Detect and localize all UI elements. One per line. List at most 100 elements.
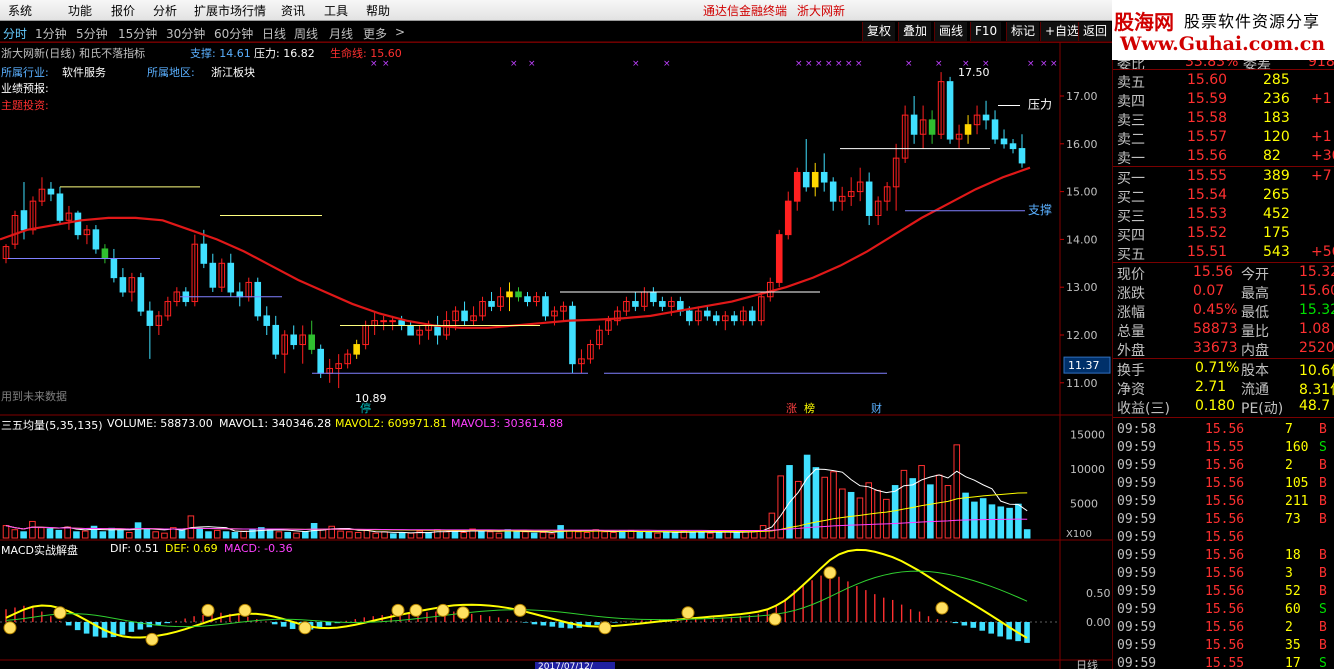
volume-bar (354, 531, 362, 539)
trade-tick-row: 09:59 15.56 60 S (1113, 602, 1334, 620)
trade-tick-row: 09:59 15.55 160 S (1113, 440, 1334, 458)
volume-bar (275, 531, 283, 539)
candle-body (829, 181, 837, 202)
macd-bar (65, 622, 72, 626)
candle-body (146, 310, 154, 326)
stat-value: 25200 (1299, 340, 1334, 356)
tick-side: B (1319, 638, 1327, 653)
fundamental-label: 股本 (1241, 363, 1269, 379)
candle-body (137, 277, 145, 312)
volume-bar (222, 531, 230, 539)
volume-bar (372, 532, 380, 539)
quote-fundamental-row: 净资 2.71 流通 8.31亿 (1113, 378, 1334, 398)
macd-bar (325, 622, 332, 626)
candle-body (650, 291, 657, 303)
bid-row[interactable]: 买四 15.52 175 (1113, 224, 1334, 244)
bid-change: +7 (1311, 168, 1332, 184)
ask-row[interactable]: 卖一 15.56 82 +30 (1113, 147, 1334, 167)
fundamental-label: 流通 (1241, 382, 1269, 398)
signal-marker: × (663, 59, 671, 69)
volume-bar (618, 530, 626, 539)
ask-price: 15.56 (1187, 148, 1228, 164)
tick-side: B (1319, 584, 1327, 599)
dea-line (5, 570, 1028, 628)
macd-bar (164, 622, 171, 624)
candle-body (991, 119, 999, 140)
candle-body (982, 114, 990, 121)
volume-bar (125, 531, 133, 539)
candle-body (272, 324, 280, 355)
event-badge: 财 (871, 401, 882, 415)
candle-body (101, 248, 109, 260)
trade-tick-row: 09:59 15.56 52 B (1113, 584, 1334, 602)
macd-bars (0, 548, 1060, 646)
candle-body (802, 171, 810, 188)
volume-bar (539, 531, 547, 539)
theme-label: 主题投资: (1, 99, 49, 112)
volume-bar (390, 533, 397, 539)
candle-body (928, 119, 936, 135)
bid-level-label: 买四 (1117, 228, 1145, 244)
tick-price: 15.56 (1205, 530, 1245, 545)
volume-bar (654, 532, 661, 539)
ask-row[interactable]: 卖五 15.60 285 (1113, 71, 1334, 91)
smiley-icon (3, 621, 17, 635)
bid-row[interactable]: 买一 15.55 389 +7 (1113, 167, 1334, 187)
volume-bar (381, 531, 388, 539)
candle-body (308, 334, 315, 350)
volume-bar (478, 529, 485, 539)
stat-value: 58873 (1193, 321, 1238, 337)
volume-bar (117, 529, 124, 539)
trade-tick-row: 09:59 15.56 2 B (1113, 458, 1334, 476)
trade-tick-row: 09:59 15.56 73 B (1113, 512, 1334, 530)
fundamental-value: 8.31亿 (1299, 382, 1334, 398)
ask-level-label: 卖二 (1117, 132, 1145, 148)
candle-body (713, 315, 720, 322)
candle-body (407, 324, 414, 336)
signal-marker: × (632, 59, 640, 69)
region-value: 浙江板块 (211, 66, 255, 79)
tick-side: B (1319, 494, 1327, 509)
volume-tick-label: 10000 (1070, 463, 1105, 476)
price-tick-label: 17.00 (1066, 90, 1098, 103)
volume-bar (583, 531, 591, 539)
bid-change: +56 (1311, 244, 1334, 260)
volume-bar (513, 530, 520, 539)
tick-volume: 17 (1285, 656, 1301, 669)
macd-bar (74, 622, 81, 631)
volume-bar (425, 531, 432, 539)
quote-stat-row: 总量 58873 量比 1.08 (1113, 320, 1334, 340)
candlestick-series (2, 72, 1026, 389)
tick-price: 15.56 (1205, 494, 1245, 509)
bid-row[interactable]: 买二 15.54 265 (1113, 186, 1334, 206)
candle-body (353, 344, 360, 355)
mavol3-line (5, 518, 1028, 532)
ask-row[interactable]: 卖四 15.59 236 +1 (1113, 90, 1334, 110)
tick-volume: 73 (1285, 512, 1301, 527)
bid-level-label: 买三 (1117, 209, 1145, 225)
stock-chart[interactable]: 17.00 16.00 15.00 14.00 13.00 12.00 11.00 15000… (0, 0, 1112, 669)
trade-tick-row: 09:59 15.56 18 B (1113, 548, 1334, 566)
volume-bar (997, 506, 1005, 539)
tick-volume: 52 (1285, 584, 1301, 599)
signal-marker: × (835, 59, 843, 69)
tick-volume: 35 (1285, 638, 1301, 653)
ask-volume: 82 (1263, 148, 1281, 164)
stat-label: 涨幅 (1117, 305, 1145, 321)
ask-row[interactable]: 卖二 15.57 120 +1 (1113, 128, 1334, 148)
ask-row[interactable]: 卖三 15.58 183 (1113, 109, 1334, 129)
trade-tick-row: 09:59 15.56 35 B (1113, 638, 1334, 656)
candle-body (524, 296, 531, 303)
candle-body (236, 291, 244, 298)
volume-bar (733, 531, 740, 539)
volume-bar (442, 531, 450, 539)
quote-stat-row: 涨跌 0.07 最高 15.60 (1113, 282, 1334, 302)
bid-row[interactable]: 买三 15.53 452 (1113, 205, 1334, 225)
volume-bar (830, 471, 837, 539)
macd-tick-label: 0.00 (1086, 616, 1111, 629)
tick-time: 09:59 (1117, 440, 1157, 455)
volume-bar (46, 528, 54, 539)
volume-bar (363, 529, 371, 539)
bid-row[interactable]: 买五 15.51 543 +56 (1113, 243, 1334, 263)
signal-marker: × (845, 59, 853, 69)
